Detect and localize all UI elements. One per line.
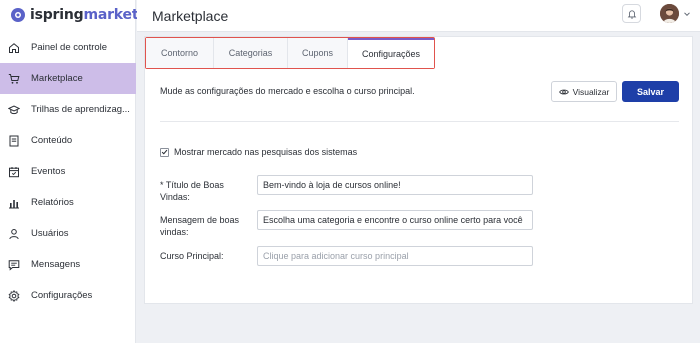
gear-icon [8,289,20,302]
tab-bar: Contorno Categorias Cupons Configurações [145,37,435,69]
sidebar: ispringmarket Painel de controle Marketp… [0,0,139,343]
sidebar-item-content[interactable]: Conteúdo [0,125,136,156]
main-course-label: Curso Principal: [160,251,224,261]
graduation-cap-icon [8,104,20,116]
sidebar-item-label: Trilhas de aprendizag... [31,104,130,115]
logo-icon [11,8,25,22]
settings-description: Mude as configurações do mercado e escol… [160,86,415,96]
user-icon [8,228,20,240]
sidebar-item-label: Eventos [31,166,66,177]
sidebar-item-settings[interactable]: Configurações [0,280,136,311]
settings-card: Contorno Categorias Cupons Configurações… [144,36,693,304]
logo-text: ispringmarket [30,7,139,23]
sidebar-item-label: Mensagens [31,259,81,270]
avatar[interactable] [660,4,679,23]
top-header: Marketplace [137,0,700,32]
tab-contorno[interactable]: Contorno [146,38,214,68]
app-logo[interactable]: ispringmarket [10,5,139,25]
tab-categorias[interactable]: Categorias [214,38,288,68]
sidebar-item-marketplace[interactable]: Marketplace [0,63,136,94]
tab-configuracoes[interactable]: Configurações [348,38,434,68]
avatar-image [660,4,679,23]
welcome-message-label: Mensagem de boas vindas: [160,215,240,237]
bell-icon [627,9,636,19]
sidebar-item-learning-paths[interactable]: Trilhas de aprendizag... [0,94,136,125]
preview-button-label: Visualizar [572,86,610,97]
sidebar-item-dashboard[interactable]: Painel de controle [0,32,136,63]
main-course-input[interactable]: Clique para adicionar curso principal [257,246,533,266]
show-in-search-row: Mostrar mercado nas pesquisas dos sistem… [160,147,357,157]
book-icon [8,135,20,147]
message-icon [8,259,20,271]
page-title: Marketplace [152,8,229,24]
home-icon [8,42,20,54]
sidebar-item-label: Configurações [31,290,93,301]
preview-button[interactable]: Visualizar [551,81,617,102]
sidebar-item-label: Relatórios [31,197,74,208]
sidebar-nav: Painel de controle Marketplace Trilhas d… [0,32,136,311]
tab-cupons[interactable]: Cupons [288,38,348,68]
sidebar-item-users[interactable]: Usuários [0,218,136,249]
notifications-button[interactable] [622,4,641,23]
save-button[interactable]: Salvar [622,81,679,102]
sidebar-item-label: Usuários [31,228,69,239]
welcome-message-input[interactable]: Escolha uma categoria e encontre o curso… [257,210,533,230]
checkmark-icon [161,149,168,155]
calendar-icon [8,166,20,178]
sidebar-item-reports[interactable]: Relatórios [0,187,136,218]
divider [160,121,679,122]
sidebar-item-label: Conteúdo [31,135,73,146]
bar-chart-icon [8,197,20,209]
sidebar-item-events[interactable]: Eventos [0,156,136,187]
cart-icon [8,73,20,85]
show-in-search-label: Mostrar mercado nas pesquisas dos sistem… [174,147,358,157]
sidebar-item-label: Marketplace [31,73,83,84]
welcome-title-input[interactable]: Bem-vindo à loja de cursos online! [257,175,533,195]
chevron-down-icon[interactable] [682,9,692,19]
sidebar-item-label: Painel de controle [31,42,108,53]
welcome-title-label: * Título de Boas Vindas: [160,180,224,202]
eye-icon [558,89,569,94]
show-in-search-checkbox[interactable] [160,147,169,157]
sidebar-item-messages[interactable]: Mensagens [0,249,136,280]
